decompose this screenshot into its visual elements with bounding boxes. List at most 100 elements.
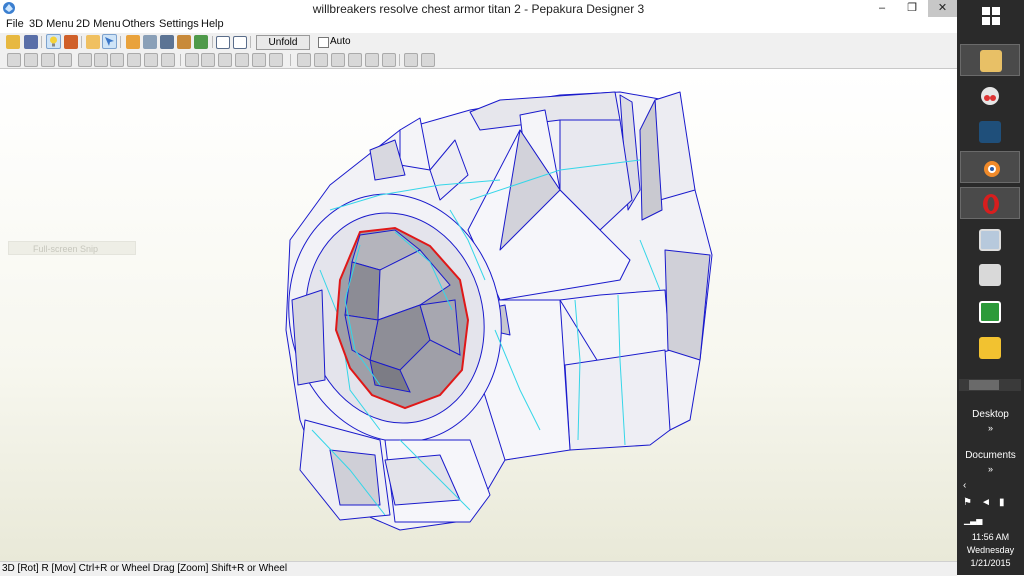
tab-flap-icon[interactable] [94, 53, 108, 67]
opera-icon [983, 194, 999, 214]
window-right-icon[interactable] [233, 36, 247, 49]
distribute-icon[interactable] [252, 53, 266, 67]
taskbar-scissors-app[interactable] [960, 332, 1020, 364]
taskbar-blue-face-app[interactable] [960, 116, 1020, 148]
select-icon[interactable] [102, 34, 117, 49]
file-explorer-icon [980, 50, 1002, 72]
start-icon[interactable] [982, 7, 1000, 25]
move-part-icon[interactable] [110, 53, 124, 67]
fold-icon[interactable] [41, 53, 55, 67]
green-app-icon [979, 301, 1001, 323]
menu-file[interactable]: File [6, 18, 24, 30]
grid-icon[interactable] [185, 53, 199, 67]
lightbulb-icon[interactable] [46, 34, 61, 49]
check-icon[interactable] [201, 53, 215, 67]
split-icon[interactable] [78, 53, 92, 67]
taskbar-opera[interactable] [960, 187, 1020, 219]
menu-settings[interactable]: Settings [159, 18, 199, 30]
taskbar-printer-app[interactable] [960, 259, 1020, 291]
toolbar-separator [290, 54, 291, 66]
edit-toolbar [0, 51, 957, 69]
align-bottom-icon[interactable] [382, 53, 396, 67]
menu-2d[interactable]: 2D Menu [76, 18, 121, 30]
align-top-icon[interactable] [348, 53, 362, 67]
clock-date[interactable]: 1/21/2015 [957, 558, 1024, 569]
printer-icon [979, 264, 1001, 286]
toolbar-separator [180, 54, 181, 66]
tab-icon[interactable] [194, 35, 208, 49]
taskbar-monitor-app[interactable] [960, 224, 1020, 256]
toolbar-separator [250, 36, 251, 48]
app-blue-face-icon [979, 121, 1001, 143]
minimize-button[interactable]: – [868, 0, 896, 17]
documents-toolbar-label[interactable]: Documents [957, 450, 1024, 461]
open-icon[interactable] [6, 35, 20, 49]
edit-icon[interactable] [7, 53, 21, 67]
battery-icon[interactable]: ▮ [999, 497, 1005, 508]
zoom-icon[interactable] [404, 53, 418, 67]
toolbar-separator [399, 54, 400, 66]
desktop-expand-icon[interactable]: » [957, 423, 1024, 433]
undo-icon[interactable] [144, 53, 158, 67]
menu-help[interactable]: Help [201, 18, 224, 30]
layout-icon[interactable] [218, 53, 232, 67]
rotate-icon[interactable] [58, 53, 72, 67]
unfold-button[interactable]: Unfold [256, 35, 310, 50]
rotate-part-icon[interactable] [127, 53, 141, 67]
toolbar-separator [120, 36, 121, 48]
window-title: willbreakers resolve chest armor titan 2… [312, 2, 645, 16]
taskbar-scroll-thumb[interactable] [969, 380, 999, 390]
clock-time[interactable]: 11:56 AM [957, 532, 1024, 543]
texture-icon[interactable] [86, 35, 100, 49]
save-icon[interactable] [24, 35, 38, 49]
volume-icon[interactable]: ◄ [981, 497, 991, 508]
menu-others[interactable]: Others [122, 18, 155, 30]
taskbar-blender[interactable] [960, 151, 1020, 183]
toolbar-separator [41, 36, 42, 48]
auto-checkbox[interactable] [318, 37, 329, 48]
snap-icon[interactable] [269, 53, 283, 67]
taskbar-green-app[interactable] [960, 296, 1020, 328]
main-toolbar [0, 33, 957, 52]
flag-icon[interactable]: ⚑ [963, 497, 972, 508]
align-center-icon[interactable] [314, 53, 328, 67]
toolbar-separator [212, 36, 213, 48]
blender-icon [984, 161, 1000, 177]
taskbar-file-explorer[interactable] [960, 44, 1020, 76]
redo-icon[interactable] [161, 53, 175, 67]
align-left-icon[interactable] [297, 53, 311, 67]
menu-3d[interactable]: 3D Menu [29, 18, 74, 30]
taskbar-snipping-tool[interactable] [960, 80, 1020, 112]
desktop-toolbar-label[interactable]: Desktop [957, 409, 1024, 420]
pencil-icon[interactable] [126, 35, 140, 49]
align-middle-icon[interactable] [365, 53, 379, 67]
armor-model[interactable] [0, 69, 957, 561]
tray-arrow-icon[interactable]: ‹ [963, 480, 966, 491]
3d-viewport[interactable]: Full-screen Snip [0, 69, 957, 561]
documents-expand-icon[interactable]: » [957, 464, 1024, 474]
print-icon[interactable] [177, 35, 191, 49]
anchor-icon[interactable] [160, 35, 174, 49]
align-icon[interactable] [235, 53, 249, 67]
restore-button[interactable]: ❐ [898, 0, 926, 17]
cube-icon[interactable] [64, 35, 78, 49]
menu-bar: File 3D Menu 2D Menu Others Settings Hel… [0, 17, 957, 34]
windows-taskbar: Desktop » Documents » ‹ ⚑ ◄ ▮ ▁▃▅ 11:56 … [957, 0, 1024, 575]
close-button[interactable]: ✕ [928, 0, 957, 17]
align-right-icon[interactable] [331, 53, 345, 67]
window-left-icon[interactable] [216, 36, 230, 49]
monitor-icon [979, 229, 1001, 251]
network-icon[interactable]: ▁▃▅ [964, 516, 982, 525]
join-icon[interactable] [24, 53, 38, 67]
status-text: 3D [Rot] R [Mov] Ctrl+R or Wheel Drag [Z… [2, 563, 288, 574]
fit-icon[interactable] [421, 53, 435, 67]
toolbar-separator [81, 36, 82, 48]
scissors-app-icon [979, 337, 1001, 359]
cylinder-icon[interactable] [143, 35, 157, 49]
pepakura-window: willbreakers resolve chest armor titan 2… [0, 0, 957, 576]
status-bar: 3D [Rot] R [Mov] Ctrl+R or Wheel Drag [Z… [0, 561, 957, 576]
title-bar: willbreakers resolve chest armor titan 2… [0, 0, 957, 17]
clock-day[interactable]: Wednesday [957, 545, 1024, 556]
auto-label: Auto [330, 36, 351, 47]
snipping-tool-icon [981, 87, 999, 105]
